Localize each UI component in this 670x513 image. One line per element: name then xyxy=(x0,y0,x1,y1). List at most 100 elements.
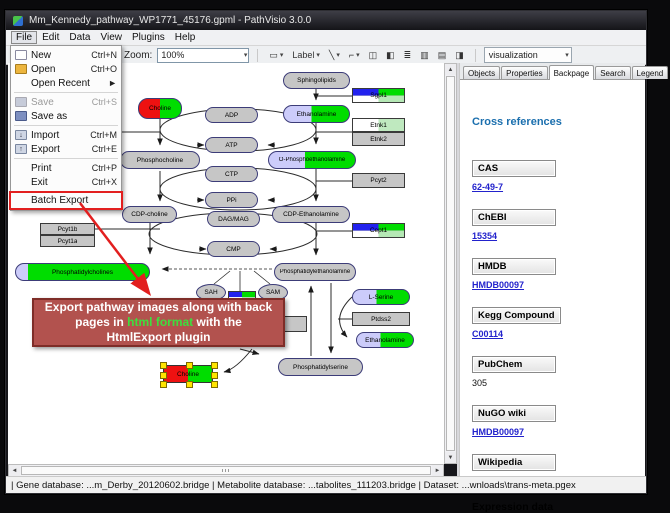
import-icon: ↓ xyxy=(15,130,27,140)
selection-handle[interactable] xyxy=(211,372,218,379)
align-middle-icon[interactable]: ◧ xyxy=(383,48,398,63)
scroll-down-icon[interactable]: ▼ xyxy=(445,452,456,463)
xref-header: PubChem xyxy=(472,356,556,373)
xref-link[interactable]: 15354 xyxy=(472,231,637,241)
menu-help[interactable]: Help xyxy=(170,31,201,44)
node-phosphatidylserine[interactable]: Phosphatidylserine xyxy=(278,358,363,376)
xref-header: Kegg Compound xyxy=(472,307,561,324)
node-gene-hidden[interactable] xyxy=(283,316,307,332)
selection-handle[interactable] xyxy=(186,362,193,369)
node-cdp-choline[interactable]: CDP-choline xyxy=(122,206,177,223)
distribute-vertical-icon[interactable]: ▥ xyxy=(417,48,432,63)
node-choline-top[interactable]: Choline xyxy=(138,98,182,119)
node-phosphatidylcholines[interactable]: Phosphatidylcholines xyxy=(15,263,150,281)
xref-link[interactable]: 62-49-7 xyxy=(472,182,637,192)
xref-link[interactable]: HMDB00097 xyxy=(472,280,637,290)
menu-edit[interactable]: Edit xyxy=(37,31,64,44)
node-etnk2[interactable]: Etnk2 xyxy=(352,132,405,146)
file-menu-exit[interactable]: ExitCtrl+X xyxy=(11,175,121,189)
file-menu-open[interactable]: OpenCtrl+O xyxy=(11,62,121,76)
menu-view[interactable]: View xyxy=(95,31,127,44)
annotation-line1: Export pathway images along with back xyxy=(45,300,272,315)
datanode-tool-icon[interactable]: ▭▾ xyxy=(266,48,286,63)
zoom-combobox[interactable]: 100% ▾ xyxy=(157,48,249,63)
node-ethanolamine-top[interactable]: Ethanolamine xyxy=(283,105,350,123)
xref-header: HMDB xyxy=(472,258,556,275)
distribute-horizontal-icon[interactable]: ≣ xyxy=(401,48,415,63)
node-etnk1[interactable]: Etnk1 xyxy=(352,118,405,132)
distribute-horizontal-icon: ≣ xyxy=(404,50,412,61)
menu-plugins[interactable]: Plugins xyxy=(127,31,170,44)
node-phosphatidylethanolamine[interactable]: Phosphatidylethanolamine xyxy=(274,263,356,281)
connector-tool-icon[interactable]: ⌐▾ xyxy=(346,48,363,63)
tab-search[interactable]: Search xyxy=(595,66,630,79)
line-tool-icon[interactable]: ╲▾ xyxy=(326,48,343,63)
stack-vertical-icon: ◨ xyxy=(455,50,464,61)
file-menu-import[interactable]: ↓ImportCtrl+M xyxy=(11,128,121,142)
file-menu-open-recent[interactable]: Open Recent► xyxy=(11,76,121,90)
node-cdp-ethanolamine[interactable]: CDP-Ethanolamine xyxy=(272,206,350,223)
xref-value: 305 xyxy=(472,378,637,388)
zoom-value: 100% xyxy=(161,50,184,60)
xref-link[interactable]: C00114 xyxy=(472,329,637,339)
file-menu-save[interactable]: SaveCtrl+S xyxy=(11,95,121,109)
xref-section: CAS62-49-7 xyxy=(472,158,637,192)
label-tool-icon: Label xyxy=(292,50,314,60)
node-pcyt1a[interactable]: Pcyt1a xyxy=(40,235,95,247)
align-center-icon[interactable]: ◫ xyxy=(366,48,381,63)
selection-handle[interactable] xyxy=(186,381,193,388)
selection-handle[interactable] xyxy=(160,372,167,379)
annotation-highlight: html format xyxy=(127,315,193,329)
selection-handle[interactable] xyxy=(211,381,218,388)
selection-handle[interactable] xyxy=(160,362,167,369)
node-adp[interactable]: ADP xyxy=(205,107,258,123)
file-menu-save-as[interactable]: Save as xyxy=(11,109,121,123)
align-center-icon: ◫ xyxy=(369,50,378,61)
connector-tool-icon: ⌐ xyxy=(349,50,354,60)
node-sphingolipids[interactable]: Sphingolipids xyxy=(283,72,350,89)
file-menu-print[interactable]: PrintCtrl+P xyxy=(11,161,121,175)
node-dag-mag[interactable]: DAG/MAG xyxy=(207,211,260,227)
node-ppi[interactable]: PPi xyxy=(205,192,258,208)
xref-link[interactable]: HMDB00097 xyxy=(472,427,637,437)
selection-handle[interactable] xyxy=(160,381,167,388)
title-bar[interactable]: Mm_Kennedy_pathway_WP1771_45176.gpml - P… xyxy=(6,11,646,30)
node-ethanolamine-bottom[interactable]: Ethanolamine xyxy=(356,332,414,348)
open-folder-icon xyxy=(15,64,27,74)
new-doc-icon xyxy=(15,50,27,60)
tab-backpage[interactable]: Backpage xyxy=(549,65,595,80)
node-choline-selected[interactable]: Choline xyxy=(163,365,213,383)
side-panel-tabs: ObjectsPropertiesBackpageSearchLegend xyxy=(460,63,645,80)
tab-properties[interactable]: Properties xyxy=(501,66,547,79)
visualization-combobox[interactable]: visualization ▾ xyxy=(484,47,572,63)
file-menu-new[interactable]: NewCtrl+N xyxy=(11,48,121,62)
node-ctp[interactable]: CTP xyxy=(205,166,258,182)
node-cept1[interactable]: Cept1 xyxy=(352,223,405,238)
stack-horizontal-icon[interactable]: ▤ xyxy=(435,48,450,63)
node-ptdss2[interactable]: Ptdss2 xyxy=(352,312,410,326)
vertical-scroll-thumb[interactable] xyxy=(446,76,455,451)
node-cmp[interactable]: CMP xyxy=(207,241,260,257)
scroll-right-icon[interactable]: ► xyxy=(432,465,443,476)
node-sgpl1[interactable]: Sgpl1 xyxy=(352,88,405,103)
scroll-left-icon[interactable]: ◄ xyxy=(9,465,20,476)
node-l-serine[interactable]: L-Serine xyxy=(352,289,410,305)
align-middle-icon: ◧ xyxy=(386,50,395,61)
stack-vertical-icon[interactable]: ◨ xyxy=(452,48,467,63)
tab-legend[interactable]: Legend xyxy=(632,66,669,79)
menu-data[interactable]: Data xyxy=(64,31,95,44)
node-phosphocholine[interactable]: Phosphocholine xyxy=(120,151,200,169)
node-o-phosphoethanolamine[interactable]: O-Phosphoethanolamine xyxy=(268,151,356,169)
canvas-vertical-scrollbar[interactable]: ▲ ▼ xyxy=(444,63,457,464)
selection-handle[interactable] xyxy=(211,362,218,369)
node-atp[interactable]: ATP xyxy=(205,137,258,153)
horizontal-scroll-thumb[interactable] xyxy=(21,466,431,475)
node-pcyt1b[interactable]: Pcyt1b xyxy=(40,223,95,235)
label-tool-icon[interactable]: Label▾ xyxy=(289,48,323,63)
tab-objects[interactable]: Objects xyxy=(463,66,500,79)
scroll-up-icon[interactable]: ▲ xyxy=(445,64,456,75)
file-menu-export[interactable]: ↑ExportCtrl+E xyxy=(11,142,121,156)
menu-file[interactable]: File xyxy=(11,31,37,44)
file-menu-batch-export[interactable]: Batch Export xyxy=(11,193,121,208)
node-pcyt2[interactable]: Pcyt2 xyxy=(352,173,405,188)
